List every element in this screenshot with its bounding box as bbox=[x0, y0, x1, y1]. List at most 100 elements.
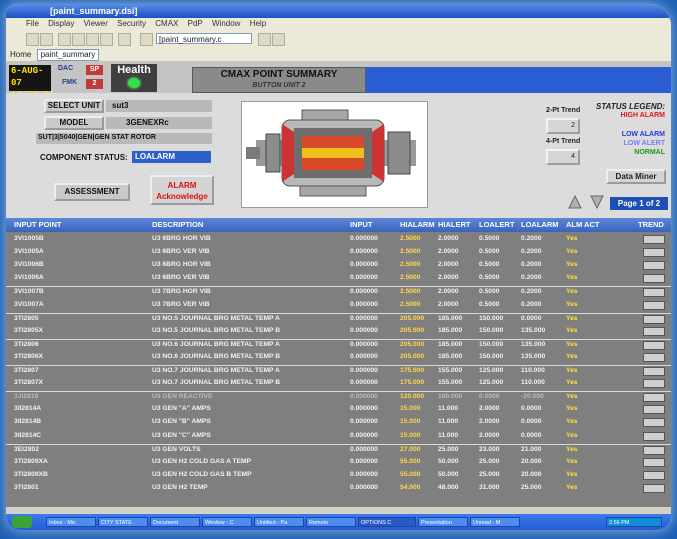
model-button[interactable]: MODEL bbox=[44, 116, 104, 130]
trend-chart-icon[interactable] bbox=[643, 235, 665, 244]
menu-file[interactable]: File bbox=[26, 19, 39, 28]
table-row[interactable]: 3VI1007B U3 7BRG HOR VIB 0.000000 2.5000 2.0… bbox=[6, 286, 671, 298]
window-titlebar[interactable]: [paint_summary.dsi] bbox=[6, 4, 671, 18]
table-row[interactable]: 3TI2809XA U3 GEN H2 COLD GAS A TEMP 0.0000… bbox=[6, 457, 671, 468]
trend-chart-icon[interactable] bbox=[643, 367, 665, 376]
four-point-trend-button[interactable]: 4 bbox=[546, 149, 580, 165]
trend-chart-icon[interactable] bbox=[643, 288, 665, 298]
taskbar-item[interactable]: Presentation bbox=[418, 517, 468, 527]
trend-chart-icon[interactable] bbox=[643, 379, 665, 389]
trend-chart-icon[interactable] bbox=[643, 418, 665, 428]
trend-chart-icon[interactable] bbox=[643, 314, 665, 324]
table-row[interactable]: 3EI2802 U3 GEN VOLTS 0.000000 27.000 25.000 2… bbox=[6, 443, 671, 456]
cell-loalert-value: 0.5000 bbox=[479, 288, 500, 296]
cell-input-point: 3TI2809XB bbox=[14, 470, 48, 478]
menu-security[interactable]: Security bbox=[117, 19, 146, 28]
health-indicator[interactable]: Health bbox=[111, 64, 157, 92]
trend-chart-icon[interactable] bbox=[643, 457, 665, 467]
table-row[interactable]: 3VI1005A U3 6BRG VER VIB 0.000000 2.5000 2.0… bbox=[6, 247, 671, 258]
cut-icon[interactable] bbox=[86, 33, 99, 46]
cell-loalert-value: 150.000 bbox=[479, 352, 504, 360]
model-value: 3GENEXRc bbox=[126, 118, 169, 127]
cell-hialert-value: 11.000 bbox=[438, 431, 459, 439]
table-row[interactable]: 3VI1005B U3 6BRG HOR VIB 0.000000 2.5000 2.0… bbox=[6, 234, 671, 245]
help-icon[interactable] bbox=[272, 33, 285, 46]
cell-loalert-value: 31.000 bbox=[479, 483, 500, 491]
table-row[interactable]: 3II2814C U3 GEN "C" AMPS 0.000000 15.000 11.… bbox=[6, 431, 671, 442]
taskbar-item[interactable]: Inbox - Mic bbox=[46, 517, 96, 527]
table-row[interactable]: 3TI2805X U3 NO.5 JOURNAL BRG METAL TEMP B… bbox=[6, 326, 671, 337]
menu-display[interactable]: Display bbox=[48, 19, 74, 28]
cell-description: U3 GEN H2 TEMP bbox=[152, 483, 208, 491]
paste-icon[interactable] bbox=[118, 33, 131, 46]
cell-alm-act-value: Yes bbox=[566, 288, 578, 296]
trend-chart-icon[interactable] bbox=[643, 393, 665, 403]
trend-chart-icon[interactable] bbox=[643, 405, 665, 415]
table-row[interactable]: 3TI2806 U3 NO.6 JOURNAL BRG METAL TEMP A 0… bbox=[6, 338, 671, 351]
table-row[interactable]: 3TI2809XB U3 GEN H2 COLD GAS B TEMP 0.0000… bbox=[6, 470, 671, 481]
cell-input-point: 3VI1005A bbox=[14, 248, 44, 256]
cell-alm-act-value: Yes bbox=[566, 470, 578, 478]
assessment-button[interactable]: ASSESSMENT bbox=[54, 183, 130, 201]
trend-chart-icon[interactable] bbox=[643, 340, 665, 350]
taskbar-item-active[interactable]: OPTIONS C bbox=[358, 517, 416, 527]
table-row[interactable]: 3TI2807X U3 NO.7 JOURNAL BRG METAL TEMP B… bbox=[6, 378, 671, 389]
table-row[interactable]: 3II2814A U3 GEN "A" AMPS 0.000000 15.000 11.… bbox=[6, 404, 671, 415]
menu-help[interactable]: Help bbox=[250, 19, 266, 28]
cell-loalert-value: 25.000 bbox=[479, 470, 500, 478]
cell-loalarm-value: 135.000 bbox=[521, 340, 546, 348]
zoom-icon[interactable] bbox=[140, 33, 153, 46]
table-row[interactable]: 3VI1006A U3 6BRG VER VIB 0.000000 2.5000 2.0… bbox=[6, 273, 671, 284]
taskbar-item[interactable]: Document bbox=[150, 517, 200, 527]
table-row[interactable]: 3TI2805 U3 NO.5 JOURNAL BRG METAL TEMP A 0… bbox=[6, 312, 671, 325]
trend-chart-icon[interactable] bbox=[643, 470, 665, 480]
trend-chart-icon[interactable] bbox=[643, 431, 665, 441]
trend-chart-icon[interactable] bbox=[643, 326, 665, 336]
menu-cmax[interactable]: CMAX bbox=[155, 19, 178, 28]
print-icon[interactable] bbox=[72, 33, 85, 46]
taskbar-item[interactable]: Unread - M bbox=[470, 517, 520, 527]
address-field[interactable]: paint_summary bbox=[36, 48, 100, 61]
table-row[interactable]: 3TI2807 U3 NO.7 JOURNAL BRG METAL TEMP A 0… bbox=[6, 365, 671, 377]
start-button[interactable] bbox=[12, 516, 32, 528]
alarm-acknowledge-button[interactable]: ALARM Acknowledge bbox=[150, 175, 214, 205]
table-row[interactable]: 3TI2801 U3 GEN H2 TEMP 0.000000 54.000 48.00… bbox=[6, 483, 671, 494]
cell-loalert-value: 125.000 bbox=[479, 367, 504, 374]
taskbar-item[interactable]: Remote bbox=[306, 517, 356, 527]
table-row[interactable]: 3TI2806X U3 NO.6 JOURNAL BRG METAL TEMP B… bbox=[6, 352, 671, 363]
copy-icon[interactable] bbox=[100, 33, 113, 46]
two-point-trend-button[interactable]: 2 bbox=[546, 118, 580, 134]
taskbar-item[interactable]: CITY STATE bbox=[98, 517, 148, 527]
taskbar-item[interactable]: Window - C bbox=[202, 517, 252, 527]
save-icon[interactable] bbox=[58, 33, 71, 46]
cell-hialert-value: 185.000 bbox=[438, 314, 463, 322]
menu-window[interactable]: Window bbox=[212, 19, 240, 28]
point-table: 3VI1005B U3 6BRG HOR VIB 0.000000 2.5000 2.0… bbox=[6, 232, 671, 508]
table-row[interactable]: 3VI1006B U3 6BRG HOR VIB 0.000000 2.5000 2.0… bbox=[6, 260, 671, 271]
open-icon[interactable] bbox=[40, 33, 53, 46]
menu-viewer[interactable]: Viewer bbox=[84, 19, 108, 28]
trend-chart-icon[interactable] bbox=[643, 248, 665, 258]
page-up-icon[interactable] bbox=[568, 195, 582, 209]
cell-hialert-value: 50.000 bbox=[438, 457, 459, 465]
table-row[interactable]: 3II2814B U3 GEN "B" AMPS 0.000000 15.000 11.… bbox=[6, 417, 671, 428]
trend-chart-icon[interactable] bbox=[643, 274, 665, 284]
trend-chart-icon[interactable] bbox=[643, 300, 665, 310]
table-row[interactable]: 3VI1007A U3 7BRG VER VIB 0.000000 2.5000 2.0… bbox=[6, 300, 671, 311]
data-miner-button[interactable]: Data Miner bbox=[606, 169, 666, 184]
new-icon[interactable] bbox=[26, 33, 39, 46]
select-unit-button[interactable]: SELECT UNIT bbox=[44, 99, 104, 113]
cell-input-point: 3TI2806X bbox=[14, 352, 43, 360]
trend-chart-icon[interactable] bbox=[643, 483, 665, 493]
cell-loalarm-value: 0.2000 bbox=[521, 248, 542, 256]
trend-chart-icon[interactable] bbox=[643, 352, 665, 362]
go-icon[interactable] bbox=[258, 33, 271, 46]
table-row[interactable]: 3JI2819 U3 GEN REACTIVE 0.000000 120.000 100… bbox=[6, 391, 671, 403]
trend-chart-icon[interactable] bbox=[643, 445, 665, 455]
taskbar-item[interactable]: Untitled - Pa bbox=[254, 517, 304, 527]
page-down-icon[interactable] bbox=[590, 195, 604, 209]
trend-chart-icon[interactable] bbox=[643, 261, 665, 271]
cell-hialert-value: 50.000 bbox=[438, 470, 459, 478]
menu-pdp[interactable]: PdP bbox=[188, 19, 203, 28]
display-combo[interactable]: [paint_summary.c bbox=[156, 33, 252, 44]
